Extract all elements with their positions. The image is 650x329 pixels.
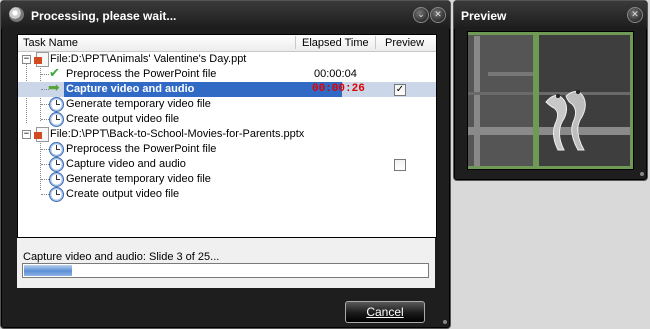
task-list: Task Name Elapsed Time Preview − File:D:… [17,34,437,238]
task-row[interactable]: Capture video and audio [18,157,436,172]
clock-icon [49,172,64,187]
preview-title-bar[interactable]: Preview ✕ [454,1,647,29]
task-row[interactable]: Generate temporary video file [18,172,436,187]
collapse-toggle[interactable]: − [22,55,31,64]
task-label: Capture video and audio [66,83,195,95]
clock-icon [49,157,64,172]
task-row[interactable]: ✔ Preprocess the PowerPoint file 00:00:0… [18,66,436,82]
file-name: File:D:\PPT\Animals' Valentine's Day.ppt [50,53,247,65]
task-label: Create output video file [66,113,180,125]
collapse-toggle[interactable]: − [22,130,31,139]
preview-window: Preview ✕ [453,0,648,181]
clock-icon [49,112,64,127]
elapsed-time: 00:00:26 [312,83,365,95]
column-headers: Task Name Elapsed Time Preview [18,35,436,52]
elapsed-time: 00:00:04 [314,68,357,80]
powerpoint-file-icon [34,52,49,67]
seahorse-photo [468,32,633,169]
minimize-button[interactable]: ⌄ [413,7,429,23]
processing-window: Processing, please wait... ⌄ ✕ Task Name… [0,0,451,329]
check-icon: ✔ [49,66,60,81]
clock-icon [49,187,64,202]
task-row[interactable]: Create output video file [18,187,436,202]
window-title: Processing, please wait... [31,9,177,23]
task-row[interactable]: Create output video file [18,112,436,127]
status-text: Capture video and audio: Slide 3 of 25..… [23,251,220,263]
preview-title: Preview [461,9,507,23]
file-row[interactable]: − File:D:\PPT\Animals' Valentine's Day.p… [18,52,436,67]
task-label: Generate temporary video file [66,173,211,185]
task-label: Capture video and audio [66,158,186,170]
resize-grip[interactable] [443,320,447,324]
task-row[interactable]: Generate temporary video file [18,97,436,112]
progress-fill [24,265,72,276]
preview-close-button[interactable]: ✕ [627,7,643,23]
task-label: Preprocess the PowerPoint file [66,143,217,155]
file-row[interactable]: − File:D:\PPT\Back-to-School-Movies-for-… [18,127,436,142]
progress-bar [22,263,429,278]
powerpoint-file-icon [34,127,49,142]
task-label: Create output video file [66,188,180,200]
preview-image [467,31,634,170]
preview-checkbox[interactable] [394,159,406,171]
app-icon [9,7,24,22]
clock-icon [49,142,64,157]
preview-resize-grip[interactable] [640,172,644,176]
column-preview[interactable]: Preview [385,37,424,49]
cancel-label: Cancel [366,305,404,319]
cancel-button[interactable]: Cancel [345,301,425,323]
clock-icon [49,97,64,112]
file-name: File:D:\PPT\Back-to-School-Movies-for-Pa… [50,128,305,140]
column-task-name[interactable]: Task Name [23,37,78,49]
preview-checkbox[interactable]: ✓ [394,84,406,96]
arrow-right-icon: ➡ [48,80,60,96]
status-area: Capture video and audio: Slide 3 of 25..… [17,238,435,288]
task-label: Generate temporary video file [66,98,211,110]
close-button[interactable]: ✕ [430,7,446,23]
task-row[interactable]: Preprocess the PowerPoint file [18,142,436,157]
column-elapsed-time[interactable]: Elapsed Time [302,37,369,49]
title-bar[interactable]: Processing, please wait... ⌄ ✕ [1,1,450,29]
task-row-active[interactable]: ➡ Capture video and audio 00:00:26 ✓ [18,80,436,97]
task-label: Preprocess the PowerPoint file [66,68,217,80]
